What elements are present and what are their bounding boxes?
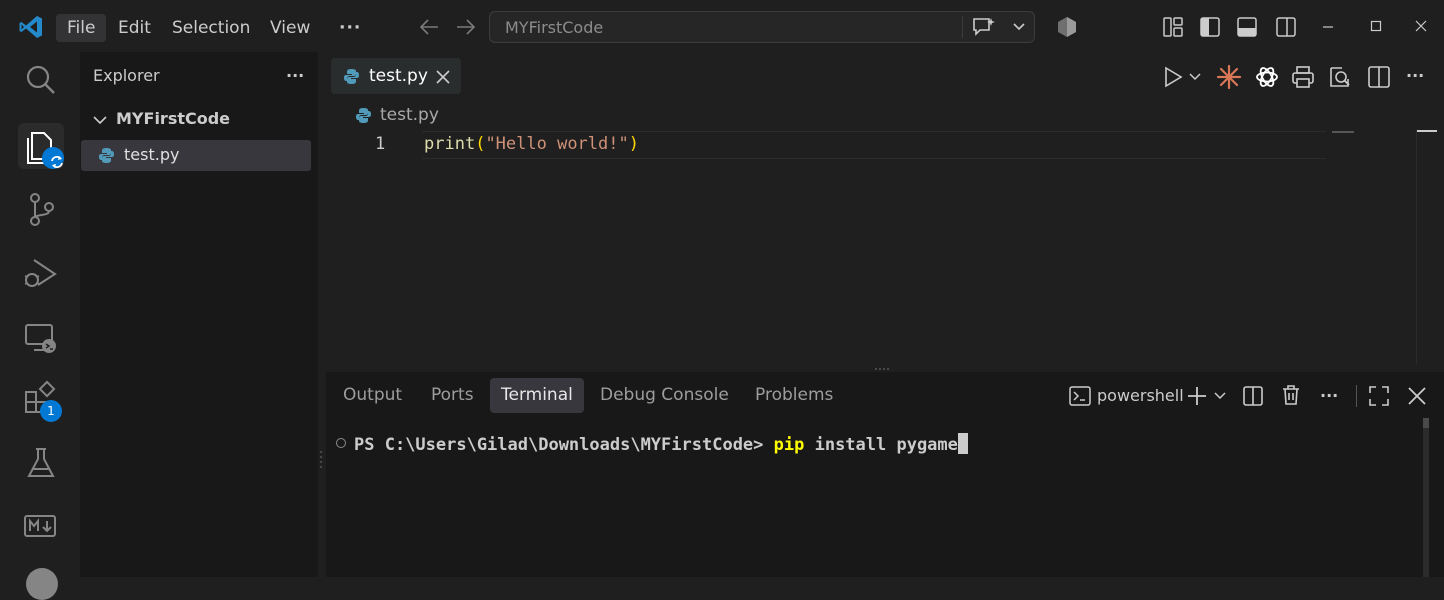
menu-edit[interactable]: Edit [107,14,162,42]
tab-debug-console[interactable]: Debug Console [589,378,740,413]
tab-label: test.py [369,66,428,86]
accounts-icon[interactable] [26,568,58,600]
sidebar-title: Explorer [93,66,160,85]
search-icon[interactable] [18,58,64,104]
terminal-shell-icon [1069,386,1091,406]
search-divider [962,16,963,38]
explorer-icon[interactable] [18,123,64,169]
code-editor[interactable]: 1 print("Hello world!") [326,130,1416,364]
terminal-line[interactable]: PS C:\Users\Gilad\Downloads\MYFirstCode>… [354,433,968,455]
menu-selection[interactable]: Selection [161,14,261,42]
terminal-prompt: PS C:\Users\Gilad\Downloads\MYFirstCode> [354,435,774,455]
breadcrumb-file[interactable]: test.py [380,105,439,125]
close-panel-icon[interactable] [1406,385,1428,407]
menu-more-button[interactable]: ··· [328,14,372,42]
panel-more-actions-button[interactable]: ··· [1320,386,1338,405]
terminal-shell-name[interactable]: powershell [1097,386,1184,405]
editor-scrollbar-track[interactable] [1416,130,1417,364]
split-terminal-icon[interactable] [1242,385,1264,407]
terminal-dropdown-chevron-icon[interactable] [1213,390,1227,402]
tab-close-icon[interactable] [435,69,451,85]
copilot-chat-icon[interactable] [971,16,997,38]
file-item-label: test.py [124,145,180,164]
claude-sparkle-icon[interactable] [1216,64,1242,90]
menu-view[interactable]: View [259,14,321,42]
search-text: MYFirstCode [505,18,604,37]
customize-layout-icon[interactable] [1162,16,1184,38]
python-file-icon [98,147,115,164]
preview-search-icon[interactable] [1328,65,1352,89]
testing-flask-icon[interactable] [18,440,64,486]
split-editor-icon[interactable] [1367,65,1391,89]
new-terminal-plus-icon[interactable] [1186,385,1208,407]
extensions-icon[interactable]: 1 [18,376,64,422]
editor-more-actions-button[interactable]: ··· [1406,66,1424,85]
tab-ports[interactable]: Ports [420,378,485,413]
vscode-logo-icon [18,14,44,40]
code-string: "Hello world!" [485,134,629,154]
kill-terminal-trash-icon[interactable] [1280,384,1302,406]
folder-name[interactable]: MYFirstCode [116,109,230,128]
minimize-icon[interactable] [1320,18,1336,34]
terminal-sash-grip-icon[interactable] [318,449,324,469]
run-debug-icon[interactable] [18,250,64,296]
tab-terminal[interactable]: Terminal [490,378,584,413]
code-open-paren: ( [475,134,486,154]
maximize-icon[interactable] [1368,18,1384,34]
forward-arrow-icon[interactable] [455,17,477,37]
terminal-args: install pygame [804,435,958,455]
maximize-panel-icon[interactable] [1368,385,1390,407]
openai-icon[interactable] [1254,64,1280,90]
run-python-file-icon[interactable] [1163,66,1183,88]
toggle-panel-icon[interactable] [1236,16,1258,38]
sync-badge-icon [42,147,64,169]
terminal-command: pip [773,435,805,455]
tab-problems[interactable]: Problems [744,378,844,413]
source-control-icon[interactable] [18,186,64,232]
panel-resize-sash-icon[interactable] [874,367,890,371]
markdown-preview-icon[interactable] [18,504,64,550]
extensions-badge: 1 [40,400,62,422]
tab-python-file-icon [343,68,360,85]
overview-ruler-marker [1417,130,1437,132]
toggle-secondary-sidebar-icon[interactable] [1275,16,1297,38]
command-center-search[interactable]: MYFirstCode [489,11,1035,43]
terminal-cursor [957,433,968,454]
file-item-test-py[interactable]: test.py [81,140,311,171]
toggle-primary-sidebar-icon[interactable] [1199,16,1221,38]
close-window-icon[interactable] [1413,18,1429,34]
chevron-down-icon[interactable] [1012,19,1026,33]
code-close-paren: ) [628,134,639,154]
terminal-scrollbar[interactable] [1423,418,1429,577]
editor-tab-test-py[interactable]: test.py [331,58,461,94]
copilot-status-icon[interactable] [1055,15,1079,39]
tab-output[interactable]: Output [332,378,413,413]
folder-chevron-down-icon[interactable] [92,112,108,128]
remote-explorer-icon[interactable] [18,314,64,360]
back-arrow-icon[interactable] [418,17,440,37]
breadcrumb-python-icon [355,107,372,124]
command-decoration-icon[interactable] [336,438,346,448]
line-number: 1 [375,134,386,154]
sidebar-more-button[interactable]: ··· [286,66,304,85]
menu-file[interactable]: File [56,14,107,42]
minimap-line [1332,131,1354,133]
code-function: print [424,134,476,154]
explorer-sidebar: Explorer ··· MYFirstCode test.py [80,52,318,577]
run-dropdown-chevron-icon[interactable] [1188,71,1202,83]
code-line-1: print("Hello world!") [424,134,639,154]
title-bar: File Edit Selection View ··· MYFirstCode [0,0,1444,52]
print-icon[interactable] [1291,65,1315,89]
panel-toolbar-divider [1356,385,1357,407]
terminal-scrollbar-thumb[interactable] [1423,418,1429,428]
